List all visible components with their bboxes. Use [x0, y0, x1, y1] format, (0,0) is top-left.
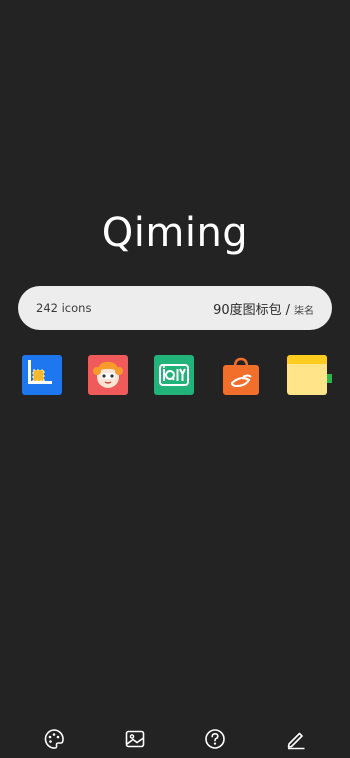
- palette-tab[interactable]: [41, 726, 67, 752]
- yellow-notes-app-icon[interactable]: [287, 355, 333, 395]
- pack-title-group: 90度图标包 / 柒名: [213, 299, 314, 318]
- blue-square-app-icon[interactable]: [22, 355, 62, 395]
- edit-icon: [287, 732, 305, 750]
- iqiyi-app-icon[interactable]: [154, 355, 194, 395]
- icon-pack-info-bar[interactable]: 242 icons 90度图标包 / 柒名: [18, 286, 332, 330]
- author-name: 柒名: [294, 305, 314, 317]
- help-icon: [205, 729, 225, 749]
- bottom-toolbar: [0, 726, 350, 752]
- pack-name: 90度图标包: [213, 302, 282, 318]
- wallpaper-tab[interactable]: [122, 726, 148, 752]
- palette-icon: [44, 729, 64, 749]
- icon-count: 242 icons: [36, 301, 92, 315]
- alibaba-shopping-bag-icon[interactable]: [221, 355, 261, 395]
- help-tab[interactable]: [202, 726, 228, 752]
- edit-tab[interactable]: [283, 726, 309, 752]
- anime-girl-app-icon[interactable]: [88, 355, 128, 395]
- title-separator: /: [285, 302, 290, 318]
- image-icon: [125, 730, 145, 748]
- app-logo: Qiming: [101, 210, 249, 256]
- icon-preview-row: [0, 355, 350, 397]
